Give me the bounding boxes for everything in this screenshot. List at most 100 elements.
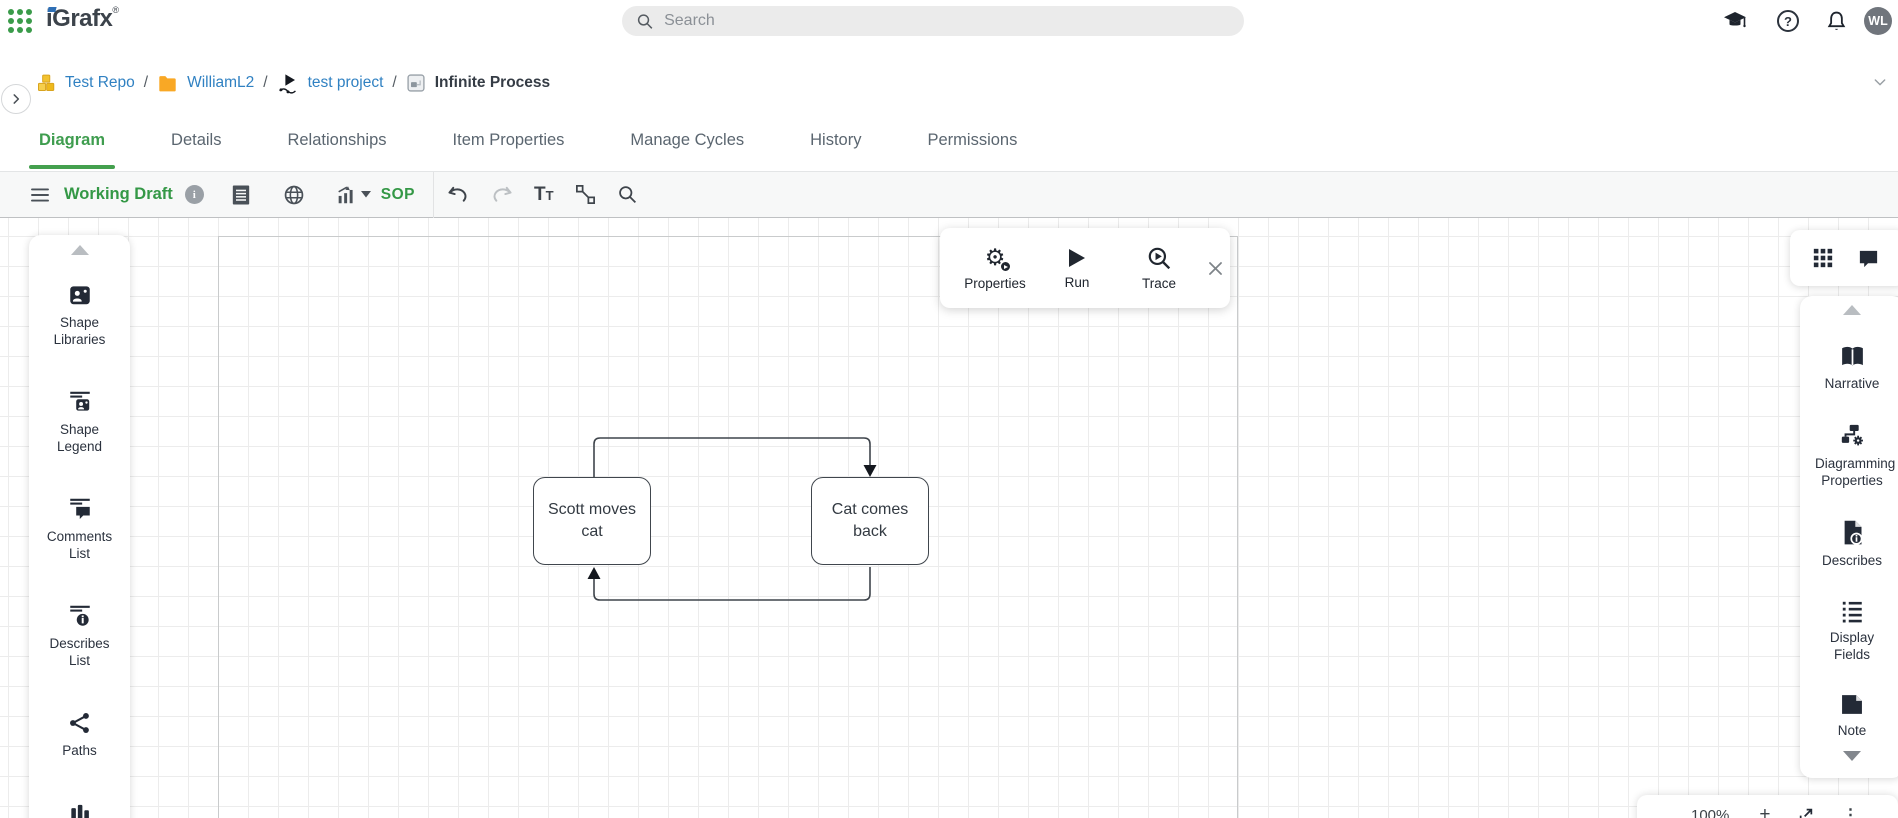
tab-permissions[interactable]: Permissions [917,110,1027,171]
toolbar-divider [433,172,434,218]
breadcrumb-folder-link[interactable]: WilliamL2 [187,74,254,92]
help-icon[interactable]: ? [1777,10,1799,32]
top-bar: iGrafx® ? WL [0,0,1898,42]
text-style-icon[interactable]: TT [534,184,554,206]
display-fields-list-icon [1839,599,1865,623]
flow-connectors [0,218,1898,818]
fullscreen-expand-icon[interactable] [1798,807,1814,818]
shape-legend-button[interactable]: Shape Legend [40,389,120,455]
chevron-right-icon [9,92,23,106]
right-view-switcher [1790,230,1898,286]
paths-share-icon [67,710,93,736]
expand-panel-button[interactable] [1,84,31,114]
trace-icon [1146,245,1172,271]
redo-icon[interactable] [490,185,514,204]
breadcrumb-separator: / [144,74,148,92]
trace-button[interactable]: Trace [1118,245,1200,291]
process-node[interactable]: Cat comes back [811,477,929,565]
breadcrumb-project-link[interactable]: test project [308,74,384,92]
breadcrumb-repo-link[interactable]: Test Repo [65,74,135,92]
properties-button[interactable]: ⚙ Properties [954,245,1036,291]
run-icon [1069,249,1085,267]
diagram-toolbar: Working Draft i SOP TT [0,172,1898,218]
tab-manage-cycles[interactable]: Manage Cycles [620,110,754,171]
tab-diagram[interactable]: Diagram [29,110,115,171]
folder-icon [157,74,178,93]
arrowhead-up [588,567,601,579]
project-icon [277,73,299,94]
tab-item-properties[interactable]: Item Properties [443,110,575,171]
process-node[interactable]: Scott moves cat [533,477,651,565]
diagramming-properties-icon [1839,422,1866,449]
comments-list-button[interactable]: Comments List [40,496,120,562]
breadcrumb: Test Repo / WilliamL2 / test project / I… [0,42,1898,110]
search-icon [636,12,654,31]
caret-down-icon [361,191,371,198]
user-avatar[interactable]: WL [1864,7,1892,35]
scroll-up-icon[interactable] [71,245,89,255]
scroll-up-icon[interactable] [1843,305,1861,315]
tab-details[interactable]: Details [161,110,231,171]
process-icon [406,73,426,93]
describes-file-icon [1840,519,1865,546]
scroll-down-icon[interactable] [1843,751,1861,761]
app-launcher-icon[interactable] [8,9,34,35]
sop-button[interactable]: SOP [381,186,415,204]
logo-registered-mark: ® [112,5,118,15]
close-icon[interactable] [1206,259,1225,278]
describes-button[interactable]: Describes [1815,519,1889,569]
diagram-canvas[interactable]: Scott moves cat Cat comes back [0,218,1898,818]
node-context-toolbar: ⚙ Properties Run Trace [940,228,1230,308]
breadcrumb-current-item: Infinite Process [435,74,550,92]
zoom-control-bar: 100% + ⋮ [1637,795,1898,818]
gear-play-badge [1000,261,1011,272]
tab-history[interactable]: History [800,110,871,171]
search-input[interactable] [664,12,1230,30]
kebab-menu-icon[interactable]: ⋮ [1842,805,1858,818]
shape-legend-icon [67,389,93,415]
narrative-book-icon [1839,345,1866,369]
zoom-level: 100% [1691,807,1729,818]
note-button[interactable]: Note [1815,693,1889,739]
tab-bar: Diagram Details Relationships Item Prope… [0,110,1898,172]
performance-chart-icon[interactable] [335,184,371,206]
describes-list-button[interactable]: Describes List [40,603,120,669]
igrafx-app: iGrafx® ? WL Test Repo / WilliamL2 / tes… [0,0,1898,818]
connector-top [594,438,870,477]
tab-relationships[interactable]: Relationships [277,110,396,171]
chevron-down-icon [1872,74,1888,90]
zoom-in-button[interactable]: + [1759,804,1770,818]
logo-text: iGrafx [46,5,112,32]
menu-hamburger-icon[interactable] [30,187,50,203]
narrative-button[interactable]: Narrative [1815,345,1889,392]
shape-libraries-button[interactable]: Shape Libraries [40,282,120,348]
run-button[interactable]: Run [1036,246,1118,290]
undo-icon[interactable] [446,185,470,204]
comment-bubble-icon[interactable] [1856,247,1881,270]
note-icon [1839,693,1865,716]
notifications-bell-icon[interactable] [1825,9,1848,33]
shape-libraries-icon [67,282,93,308]
version-info-icon[interactable]: i [185,185,204,204]
repository-icon [36,73,56,93]
diagramming-properties-button[interactable]: Diagramming Properties [1815,422,1889,489]
document-view-icon[interactable] [231,184,251,206]
paths-button[interactable]: Paths [40,710,120,759]
connector-tool-icon[interactable] [574,183,597,206]
breadcrumb-collapse-chevron[interactable] [1872,74,1888,90]
igrafx-logo: iGrafx® [46,5,119,33]
zoom-search-icon[interactable] [617,184,638,205]
arrange-icon [67,800,93,818]
version-selector[interactable]: Working Draft [64,185,173,204]
display-fields-button[interactable]: Display Fields [1815,599,1889,663]
globe-language-icon[interactable] [283,184,305,206]
grid-view-icon[interactable] [1812,247,1834,269]
describes-list-icon [67,603,93,629]
arrange-button[interactable]: Arrange [40,800,120,818]
global-search[interactable] [622,6,1244,36]
connector-bottom [594,567,870,600]
left-tool-panel: Shape Libraries Shape Legend Comments Li… [29,235,130,818]
breadcrumb-separator: / [263,74,267,92]
academy-icon[interactable] [1722,9,1748,33]
arrowhead-down [864,465,877,477]
